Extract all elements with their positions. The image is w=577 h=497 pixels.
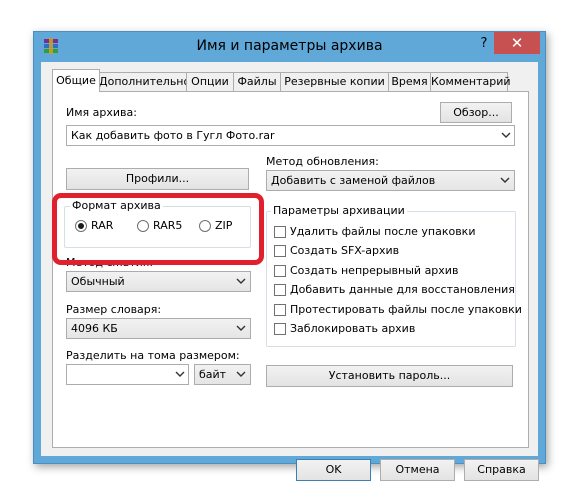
dictionary-value: 4096 КБ (71, 322, 118, 335)
tab-backup[interactable]: Резервные копии (280, 72, 389, 91)
general-tab-panel: Имя архива: Обзор... Как добавить фото в… (52, 91, 529, 448)
tab-general[interactable]: Общие (52, 69, 100, 92)
chevron-down-icon (236, 325, 246, 331)
help-title-button[interactable]: ? (474, 34, 494, 54)
recovery-record-checkbox[interactable] (274, 284, 286, 296)
option-create-sfx[interactable]: Создать SFX-архив (274, 244, 510, 259)
archive-options-title: Параметры архивации (271, 204, 407, 217)
option-recovery-record[interactable]: Добавить данные для восстановления (274, 283, 515, 298)
chevron-down-icon (236, 278, 246, 284)
option-test-files[interactable]: Протестировать файлы после упаковки (274, 303, 522, 318)
solid-archive-label: Создать непрерывный архив (290, 264, 459, 277)
tab-files[interactable]: Файлы (233, 72, 281, 91)
test-files-label: Протестировать файлы после упаковки (290, 303, 522, 316)
option-solid-archive[interactable]: Создать непрерывный архив (274, 264, 510, 279)
chevron-down-icon (236, 371, 246, 377)
tab-options[interactable]: Опции (186, 72, 234, 91)
dictionary-label: Размер словаря: (66, 303, 162, 316)
update-method-select[interactable]: Добавить с заменой файлов (266, 170, 515, 191)
archive-name-label: Имя архива: (66, 106, 137, 119)
create-sfx-checkbox[interactable] (274, 245, 286, 257)
help-button[interactable]: Справка (464, 459, 539, 481)
window-title: Имя и параметры архива (196, 38, 383, 54)
compression-value: Обычный (71, 275, 125, 288)
ok-button[interactable]: OK (296, 459, 371, 481)
update-method-value: Добавить с заменой файлов (271, 174, 436, 187)
lock-archive-label: Заблокировать архив (290, 322, 416, 335)
tab-advanced[interactable]: Дополнительно (98, 72, 190, 91)
browse-button[interactable]: Обзор... (440, 102, 512, 123)
test-files-checkbox[interactable] (274, 304, 286, 316)
recovery-record-label: Добавить данные для восстановления (290, 283, 515, 296)
chevron-down-icon[interactable] (500, 128, 512, 142)
archive-name-combobox[interactable]: Как добавить фото в Гугл Фото.rar (66, 125, 515, 146)
split-unit-value: байт (199, 368, 227, 381)
option-lock-archive[interactable]: Заблокировать архив (274, 322, 510, 337)
lock-archive-checkbox[interactable] (274, 323, 286, 335)
split-volumes-label: Разделить на тома размером: (66, 349, 240, 362)
delete-after-label: Удалить файлы после упаковки (290, 225, 476, 238)
delete-after-checkbox[interactable] (274, 226, 286, 238)
cancel-button[interactable]: Отмена (380, 459, 455, 481)
solid-archive-checkbox[interactable] (274, 265, 286, 277)
close-button[interactable]: ✕ (494, 32, 540, 54)
split-unit-select[interactable]: байт (194, 364, 251, 385)
compression-select[interactable]: Обычный (66, 271, 251, 292)
create-sfx-label: Создать SFX-архив (290, 244, 400, 257)
archive-name-value: Как добавить фото в Гугл Фото.rar (71, 129, 275, 142)
set-password-button[interactable]: Установить пароль... (266, 365, 513, 387)
dictionary-select[interactable]: 4096 КБ (66, 318, 251, 339)
tab-time[interactable]: Время (388, 72, 431, 91)
chevron-down-icon[interactable] (174, 367, 186, 381)
update-method-label: Метод обновления: (266, 155, 379, 168)
option-delete-after[interactable]: Удалить файлы после упаковки (274, 225, 510, 240)
close-icon: ✕ (510, 34, 524, 52)
split-size-combobox[interactable] (66, 364, 189, 385)
tab-comment[interactable]: Комментарий (430, 72, 511, 91)
chevron-down-icon (500, 177, 510, 183)
profiles-button[interactable]: Профили... (66, 168, 249, 190)
title-bar[interactable]: Имя и параметры архива ? ✕ (34, 32, 545, 62)
archive-format-highlight (52, 193, 264, 265)
